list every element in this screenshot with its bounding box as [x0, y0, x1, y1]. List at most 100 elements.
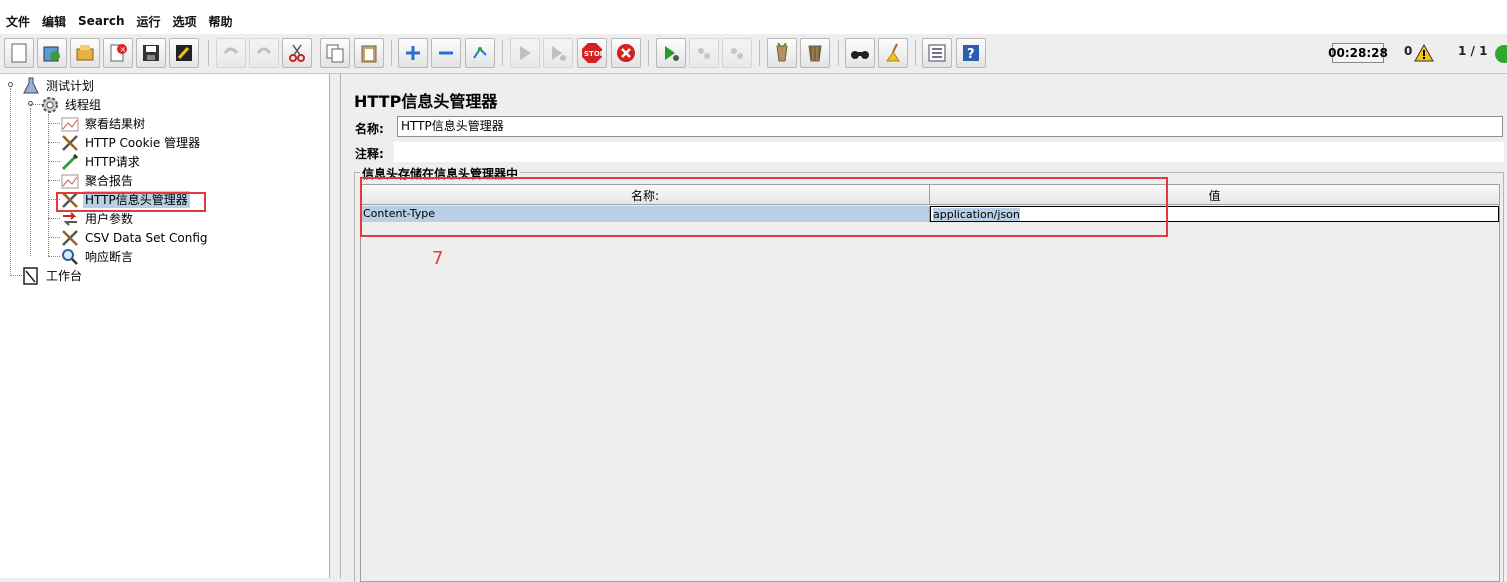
collapse-icon	[439, 51, 453, 55]
remote-stop-button[interactable]	[689, 38, 719, 68]
title-bar	[0, 0, 1507, 8]
annotation-label: 7	[432, 248, 444, 269]
start-no-timers-icon	[552, 46, 566, 61]
save-icon	[143, 45, 159, 61]
cut-icon	[289, 44, 305, 62]
cut-button[interactable]	[282, 38, 312, 68]
tree-label-workbench: 工作台	[46, 269, 83, 283]
comment-field[interactable]	[394, 142, 1504, 162]
clear-button[interactable]	[767, 38, 797, 68]
remote-start-button[interactable]	[656, 38, 686, 68]
search-button[interactable]	[845, 38, 875, 68]
svg-text:×: ×	[120, 45, 127, 54]
editor-panel: HTTP信息头管理器 名称: HTTP信息头管理器 注释: 信息头存储在信息头管…	[342, 74, 1507, 582]
menu-search[interactable]: Search	[78, 14, 124, 28]
function-helper-button[interactable]	[922, 38, 952, 68]
warning-icon[interactable]	[1414, 44, 1434, 62]
tree-node-test-plan[interactable]: 测试计划	[22, 76, 96, 95]
copy-button[interactable]	[320, 38, 350, 68]
start-icon	[520, 46, 531, 60]
new-button[interactable]	[4, 38, 34, 68]
menu-run[interactable]: 运行	[136, 13, 160, 30]
magnifier-icon	[61, 248, 79, 266]
expand-button[interactable]	[398, 38, 428, 68]
headers-table: 名称: 值 Content-Type application/json	[360, 184, 1500, 582]
svg-text:?: ?	[967, 47, 975, 62]
open-button[interactable]	[70, 38, 100, 68]
help-icon: ?	[963, 45, 979, 62]
tree-label: HTTP Cookie 管理器	[85, 136, 201, 150]
tree-label: 察看结果树	[85, 117, 146, 131]
menu-bar: 文件 编辑 Search 运行 选项 帮助	[0, 8, 1507, 34]
warning-count: 0	[1404, 44, 1413, 58]
menu-options[interactable]: 选项	[173, 13, 197, 30]
tree-node-http-cookie-manager[interactable]: HTTP Cookie 管理器	[61, 133, 202, 152]
panel-title: HTTP信息头管理器	[354, 92, 498, 111]
expand-toggle-thread-group[interactable]: o	[26, 99, 35, 109]
remote-shutdown-button[interactable]	[722, 38, 752, 68]
tools-icon	[61, 229, 79, 247]
save-as-button[interactable]	[169, 38, 199, 68]
menu-file[interactable]: 文件	[6, 13, 30, 30]
tree-node-csv-data-set-config[interactable]: CSV Data Set Config	[61, 228, 210, 247]
paste-button[interactable]	[354, 38, 384, 68]
elapsed-timer: 00:28:28	[1328, 43, 1388, 63]
highlight-box-tree	[56, 192, 206, 212]
open-icon	[76, 45, 94, 61]
start-no-timers-button[interactable]	[543, 38, 573, 68]
tree-label-test-plan: 测试计划	[46, 79, 95, 93]
tree-node-aggregate-report[interactable]: 聚合报告	[61, 171, 135, 190]
menu-edit[interactable]: 编辑	[42, 13, 66, 30]
expand-toggle-test-plan[interactable]: o	[6, 80, 15, 90]
gear-icon	[41, 96, 59, 114]
close-button[interactable]: ×	[103, 38, 133, 68]
flask-icon	[22, 77, 40, 95]
tree-node-http-request[interactable]: HTTP请求	[61, 152, 142, 171]
shutdown-icon	[617, 44, 635, 62]
start-button[interactable]	[510, 38, 540, 68]
clear-all-icon	[808, 45, 822, 62]
workbench-icon	[22, 266, 40, 285]
toggle-icon	[473, 47, 487, 59]
undo-icon	[223, 47, 239, 54]
tree-label: 聚合报告	[85, 174, 134, 188]
stop-icon: STOP	[582, 43, 603, 63]
templates-button[interactable]	[37, 38, 67, 68]
highlight-box-table	[360, 177, 1168, 237]
menu-help[interactable]: 帮助	[209, 13, 233, 30]
status-indicator-icon	[1495, 45, 1507, 63]
toggle-button[interactable]	[465, 38, 495, 68]
tree-node-thread-group[interactable]: 线程组	[41, 95, 103, 114]
new-icon	[11, 43, 27, 63]
graph-icon	[61, 115, 79, 133]
redo-button[interactable]	[249, 38, 279, 68]
collapse-button[interactable]	[431, 38, 461, 68]
name-field[interactable]: HTTP信息头管理器	[397, 116, 1503, 137]
tree-label: HTTP请求	[85, 155, 140, 169]
split-pane-divider[interactable]	[331, 74, 341, 578]
clear-all-button[interactable]	[800, 38, 830, 68]
tree-node-response-assertion[interactable]: 响应断言	[61, 247, 135, 266]
name-label: 名称:	[355, 122, 384, 136]
search-icon	[851, 51, 869, 59]
tree-node-view-results-tree[interactable]: 察看结果树	[61, 114, 147, 133]
comment-label: 注释:	[355, 147, 384, 161]
close-icon: ×	[110, 44, 127, 62]
pipette-icon	[61, 153, 79, 171]
paste-icon	[361, 45, 377, 63]
tree-label: CSV Data Set Config	[85, 230, 208, 245]
graph-icon	[61, 172, 79, 190]
stop-button[interactable]: STOP	[577, 38, 607, 68]
arrow-icon	[61, 210, 79, 228]
redo-icon	[256, 47, 272, 54]
thread-ratio: 1 / 1	[1458, 44, 1488, 58]
shutdown-button[interactable]	[611, 38, 641, 68]
help-button[interactable]: ?	[956, 38, 986, 68]
tree-node-workbench[interactable]: 工作台	[22, 266, 84, 285]
reset-search-button[interactable]	[878, 38, 908, 68]
undo-button[interactable]	[216, 38, 246, 68]
remote-shutdown-icon	[731, 48, 743, 59]
save-button[interactable]	[136, 38, 166, 68]
remote-stop-icon	[698, 48, 710, 59]
svg-text:STOP: STOP	[584, 50, 603, 58]
